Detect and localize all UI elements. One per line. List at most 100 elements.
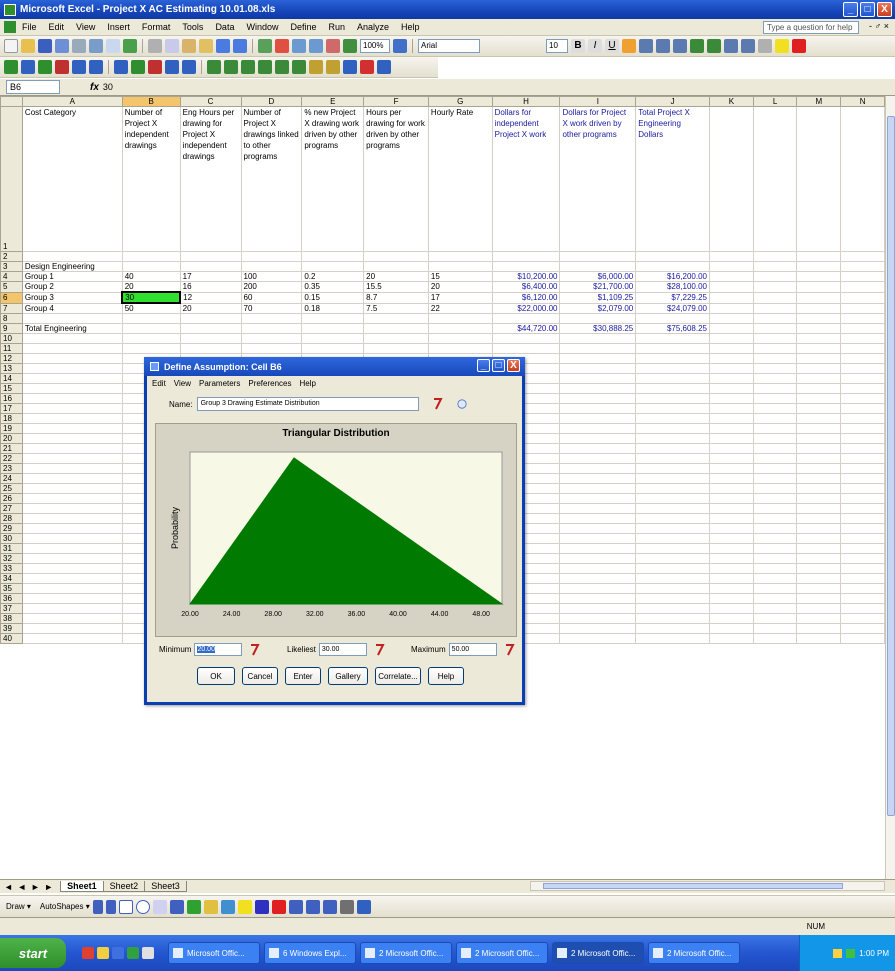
- cell[interactable]: [709, 313, 754, 324]
- cell[interactable]: [709, 393, 754, 404]
- cell[interactable]: [840, 573, 885, 584]
- dialog-close-button[interactable]: X: [507, 359, 520, 372]
- cell[interactable]: [709, 423, 754, 434]
- zoom-select[interactable]: 100%: [360, 39, 390, 53]
- cell[interactable]: [635, 423, 710, 434]
- paste-icon[interactable]: [182, 39, 196, 53]
- cell[interactable]: [796, 251, 842, 262]
- cell[interactable]: [427, 333, 493, 344]
- cell[interactable]: [752, 333, 798, 344]
- tornado-chart-icon[interactable]: [326, 60, 340, 74]
- cell[interactable]: [21, 423, 123, 434]
- cell[interactable]: 20: [179, 302, 242, 314]
- cell[interactable]: [840, 493, 885, 504]
- cell[interactable]: [796, 363, 842, 374]
- cell[interactable]: [752, 261, 798, 272]
- cell[interactable]: [363, 313, 429, 324]
- font-color-icon[interactable]: [792, 39, 806, 53]
- cell[interactable]: [840, 363, 885, 374]
- cell[interactable]: [635, 433, 710, 444]
- cell[interactable]: [301, 323, 365, 334]
- cell[interactable]: [752, 343, 798, 354]
- cell[interactable]: [559, 423, 637, 434]
- maximum-cell-reference-icon[interactable]: [505, 643, 515, 656]
- menu-view[interactable]: View: [76, 22, 95, 32]
- cell[interactable]: [635, 623, 710, 634]
- cell-H1[interactable]: Dollars for independent Project X work: [491, 106, 561, 252]
- cell[interactable]: [796, 593, 842, 604]
- cell[interactable]: 17: [179, 271, 242, 282]
- cell[interactable]: [752, 363, 798, 374]
- crystal-ball-help-icon[interactable]: [377, 60, 391, 74]
- cell-reference-icon[interactable]: [433, 398, 443, 410]
- copy-icon[interactable]: [165, 39, 179, 53]
- cell-I1[interactable]: Dollars for Project X work driven by oth…: [559, 106, 637, 252]
- menu-insert[interactable]: Insert: [107, 22, 130, 32]
- help-search-input[interactable]: Type a question for help: [763, 21, 859, 34]
- dialog-menu-preferences[interactable]: Preferences: [248, 379, 291, 388]
- tray-icon[interactable]: [846, 948, 856, 958]
- cell[interactable]: [840, 473, 885, 484]
- cell[interactable]: [840, 403, 885, 414]
- row-header[interactable]: 12: [0, 353, 23, 364]
- line-icon[interactable]: [92, 899, 103, 914]
- row-header[interactable]: 18: [0, 413, 23, 424]
- cell[interactable]: [796, 313, 842, 324]
- cell[interactable]: [752, 393, 798, 404]
- cell[interactable]: [427, 323, 493, 334]
- cell[interactable]: [427, 261, 493, 272]
- column-header[interactable]: G: [427, 96, 493, 107]
- cell[interactable]: [796, 583, 842, 594]
- clipart-icon[interactable]: [203, 899, 218, 914]
- cell-E1[interactable]: % new Project X drawing work driven by o…: [301, 106, 365, 252]
- cell[interactable]: [301, 333, 365, 344]
- cell[interactable]: [752, 413, 798, 424]
- cell[interactable]: [635, 563, 710, 574]
- vertical-scrollbar[interactable]: [885, 96, 895, 879]
- cell[interactable]: [840, 603, 885, 614]
- row-header[interactable]: 34: [0, 573, 23, 584]
- cell[interactable]: [796, 403, 842, 414]
- cell[interactable]: [559, 563, 637, 574]
- cell[interactable]: [21, 503, 123, 514]
- cell[interactable]: [709, 623, 754, 634]
- cell[interactable]: [427, 251, 493, 262]
- cell[interactable]: [635, 573, 710, 584]
- row-header[interactable]: 19: [0, 423, 23, 434]
- decrease-indent-icon[interactable]: [724, 39, 738, 53]
- cell[interactable]: [240, 343, 303, 354]
- quick-launch-icon[interactable]: [127, 947, 139, 959]
- cell[interactable]: [240, 323, 303, 334]
- cell[interactable]: [559, 251, 637, 262]
- correlate-button[interactable]: Correlate...: [375, 667, 421, 685]
- row-header[interactable]: 30: [0, 533, 23, 544]
- cell[interactable]: [240, 333, 303, 344]
- copy-data-icon[interactable]: [72, 60, 86, 74]
- align-center-icon[interactable]: [639, 39, 653, 53]
- cell[interactable]: [796, 353, 842, 364]
- row-header[interactable]: 26: [0, 493, 23, 504]
- row-header[interactable]: 37: [0, 603, 23, 614]
- cell[interactable]: [21, 633, 123, 644]
- menu-format[interactable]: Format: [142, 22, 171, 32]
- cell[interactable]: [635, 413, 710, 424]
- cell-F1[interactable]: Hours per drawing for work driven by oth…: [363, 106, 429, 252]
- cell[interactable]: [635, 463, 710, 474]
- row-header[interactable]: 22: [0, 453, 23, 464]
- cell[interactable]: [363, 333, 429, 344]
- cell[interactable]: [796, 373, 842, 384]
- cell[interactable]: [709, 373, 754, 384]
- cell[interactable]: $6,120.00: [491, 291, 561, 304]
- info-icon[interactable]: [456, 398, 467, 410]
- dialog-menu-parameters[interactable]: Parameters: [199, 379, 240, 388]
- minimum-cell-reference-icon[interactable]: [250, 643, 261, 656]
- cell[interactable]: [635, 593, 710, 604]
- cell[interactable]: [559, 553, 637, 564]
- cell[interactable]: [635, 523, 710, 534]
- row-header[interactable]: 20: [0, 433, 23, 444]
- cell[interactable]: [840, 413, 885, 424]
- row-header[interactable]: 13: [0, 363, 23, 374]
- cell[interactable]: [635, 493, 710, 504]
- cell[interactable]: [840, 261, 885, 272]
- cell[interactable]: [840, 513, 885, 524]
